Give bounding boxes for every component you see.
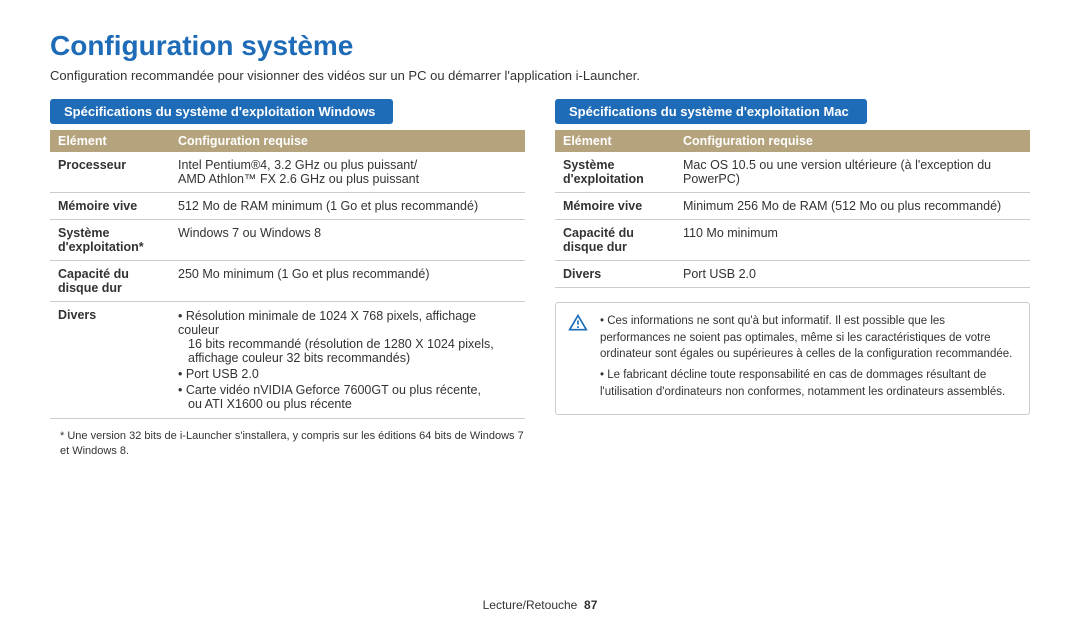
misc-value: Port USB 2.0	[675, 261, 1030, 288]
hdd-label: Capacité du disque dur	[50, 261, 170, 302]
misc-label: Divers	[555, 261, 675, 288]
ram-value: Minimum 256 Mo de RAM (512 Mo ou plus re…	[675, 193, 1030, 220]
warning-icon	[568, 313, 588, 333]
cpu-line2: AMD Athlon™ FX 2.6 GHz ou plus puissant	[178, 172, 419, 186]
col-required: Configuration requise	[170, 130, 525, 152]
ram-label: Mémoire vive	[555, 193, 675, 220]
misc-resolution-b: 16 bits recommandé (résolution de 1280 X…	[178, 337, 517, 351]
mac-spec-header: Spécifications du système d'exploitation…	[555, 99, 867, 124]
table-row: Divers Résolution minimale de 1024 X 768…	[50, 302, 525, 419]
misc-gpu-b: ou ATI X1600 ou plus récente	[178, 397, 517, 411]
cpu-label: Processeur	[50, 152, 170, 193]
os-label: Système d'exploitation	[555, 152, 675, 193]
misc-gpu-a: Carte vidéo nVIDIA Geforce 7600GT ou plu…	[186, 383, 481, 397]
windows-spec-header: Spécifications du système d'exploitation…	[50, 99, 393, 124]
footer-section: Lecture/Retouche	[483, 598, 578, 612]
misc-label: Divers	[50, 302, 170, 419]
info-note-2: Le fabricant décline toute responsabilit…	[600, 367, 1017, 400]
misc-usb: Port USB 2.0	[178, 366, 517, 382]
table-row: Mémoire vive 512 Mo de RAM minimum (1 Go…	[50, 193, 525, 220]
table-row: Mémoire vive Minimum 256 Mo de RAM (512 …	[555, 193, 1030, 220]
windows-spec-table: Elément Configuration requise Processeur…	[50, 130, 525, 419]
info-note-1: Ces informations ne sont qu'à but inform…	[600, 313, 1017, 363]
misc-resolution-a: Résolution minimale de 1024 X 768 pixels…	[178, 309, 476, 337]
ram-label: Mémoire vive	[50, 193, 170, 220]
table-row: Système d'exploitation Mac OS 10.5 ou un…	[555, 152, 1030, 193]
os-label: Système d'exploitation*	[50, 220, 170, 261]
col-required: Configuration requise	[675, 130, 1030, 152]
table-row: Divers Port USB 2.0	[555, 261, 1030, 288]
col-element: Elément	[555, 130, 675, 152]
hdd-value: 250 Mo minimum (1 Go et plus recommandé)	[170, 261, 525, 302]
table-row: Système d'exploitation* Windows 7 ou Win…	[50, 220, 525, 261]
two-column-layout: Spécifications du système d'exploitation…	[50, 99, 1030, 460]
os-value: Mac OS 10.5 ou une version ultérieure (à…	[675, 152, 1030, 193]
page-subtitle: Configuration recommandée pour visionner…	[50, 68, 1030, 83]
footer-page-number: 87	[584, 598, 597, 612]
table-row: Processeur Intel Pentium®4, 3.2 GHz ou p…	[50, 152, 525, 193]
hdd-value: 110 Mo minimum	[675, 220, 1030, 261]
table-row: Capacité du disque dur 110 Mo minimum	[555, 220, 1030, 261]
os-value: Windows 7 ou Windows 8	[170, 220, 525, 261]
info-box: Ces informations ne sont qu'à but inform…	[555, 302, 1030, 415]
windows-footnote: * Une version 32 bits de i-Launcher s'in…	[50, 429, 525, 460]
mac-column: Spécifications du système d'exploitation…	[555, 99, 1030, 460]
cpu-line1: Intel Pentium®4, 3.2 GHz ou plus puissan…	[178, 158, 417, 172]
page-footer: Lecture/Retouche 87	[0, 598, 1080, 612]
misc-resolution-c: affichage couleur 32 bits recommandés)	[178, 351, 517, 365]
col-element: Elément	[50, 130, 170, 152]
info-list: Ces informations ne sont qu'à but inform…	[600, 313, 1017, 404]
mac-spec-table: Elément Configuration requise Système d'…	[555, 130, 1030, 288]
misc-value: Résolution minimale de 1024 X 768 pixels…	[170, 302, 525, 419]
page-title: Configuration système	[50, 30, 1030, 62]
ram-value: 512 Mo de RAM minimum (1 Go et plus reco…	[170, 193, 525, 220]
windows-column: Spécifications du système d'exploitation…	[50, 99, 525, 460]
table-row: Capacité du disque dur 250 Mo minimum (1…	[50, 261, 525, 302]
hdd-label: Capacité du disque dur	[555, 220, 675, 261]
cpu-value: Intel Pentium®4, 3.2 GHz ou plus puissan…	[170, 152, 525, 193]
